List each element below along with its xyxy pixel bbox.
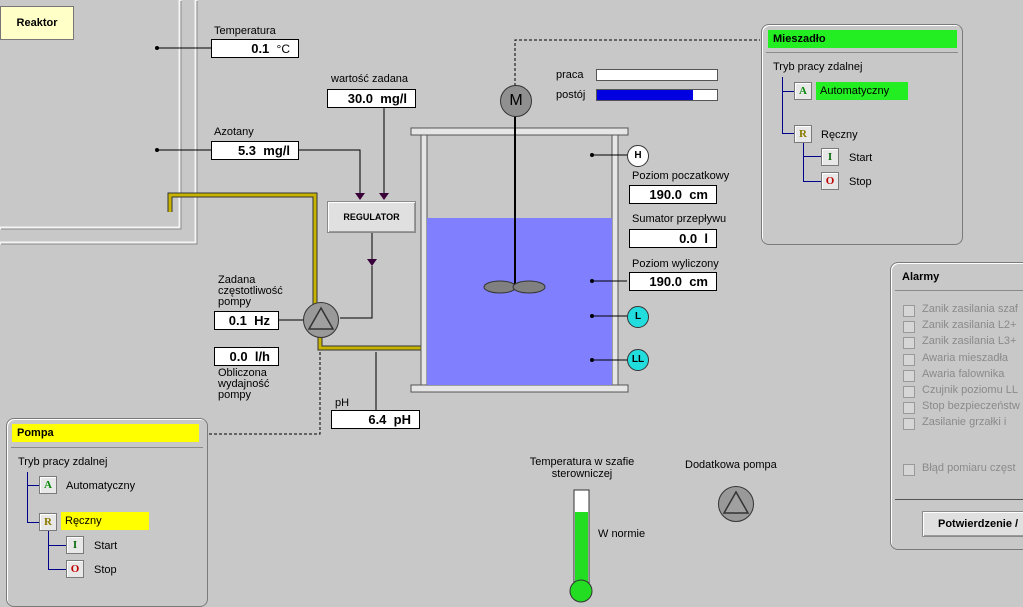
sensor-ll: LL bbox=[627, 349, 649, 371]
cabinet-temp-label: Temperatura w szafie sterowniczej bbox=[529, 456, 635, 480]
alarm-label: Czujnik poziomu LL bbox=[922, 384, 1018, 396]
sensor-dot bbox=[590, 358, 594, 362]
pump-flow-label: Obliczona wydajność pompy bbox=[218, 367, 270, 401]
nitrates-signal-dot bbox=[155, 148, 159, 152]
nitrates-value: 5.3 mg/l bbox=[211, 141, 299, 160]
pump-manual-label: Ręczny bbox=[61, 512, 149, 530]
alarm-checkbox[interactable] bbox=[903, 418, 915, 431]
alarm-label: Błąd pomiaru częst bbox=[922, 462, 1016, 474]
thermometer-bulb bbox=[569, 579, 593, 603]
tank-lid bbox=[410, 127, 629, 136]
extra-pump-label: Dodatkowa pompa bbox=[685, 459, 777, 471]
calc-level-value: 190.0 cm bbox=[629, 272, 717, 291]
mixer-stop-label: Stop bbox=[849, 176, 872, 188]
sensor-l: L bbox=[627, 306, 649, 328]
tank-liquid bbox=[427, 218, 612, 385]
extra-pump-icon[interactable] bbox=[718, 486, 754, 522]
temperature-signal-dot bbox=[155, 46, 159, 50]
confirm-button[interactable]: Potwierdzenie / bbox=[922, 511, 1023, 537]
mixer-auto-button[interactable]: A bbox=[794, 82, 812, 100]
alarm-checkbox[interactable] bbox=[903, 386, 915, 398]
temperature-label: Temperatura bbox=[214, 25, 276, 37]
mixer-start-label: Start bbox=[849, 152, 873, 164]
alarm-label: Awaria falownika bbox=[922, 367, 1005, 380]
flow-sum-value: 0.0 l bbox=[629, 229, 717, 248]
impeller bbox=[483, 280, 517, 294]
alarm-label: Awaria mieszadła bbox=[922, 351, 1009, 364]
alarm-checkbox[interactable] bbox=[903, 321, 915, 334]
mixer-auto-label: Automatyczny bbox=[816, 82, 908, 100]
pump-stop-button[interactable]: O bbox=[66, 560, 84, 578]
motor-icon[interactable]: M bbox=[500, 85, 532, 117]
mixer-panel-title: Mieszadło bbox=[768, 30, 957, 48]
pump-frequency-label: Zadana częstotliwość pompy bbox=[218, 274, 283, 308]
pump-manual-button[interactable]: R bbox=[39, 513, 57, 531]
pump-panel-title: Pompa bbox=[12, 424, 199, 442]
flow-sum-label: Sumator przepływu bbox=[632, 213, 727, 225]
alarm-checkbox[interactable] bbox=[903, 464, 915, 476]
setpoint-value[interactable]: 30.0 mg/l bbox=[327, 89, 416, 108]
alarm-label: Zasilanie grzałki i bbox=[922, 416, 1007, 429]
regulator-button[interactable]: REGULATOR bbox=[327, 201, 416, 233]
alarm-label: Zanik zasilania L2+ bbox=[922, 319, 1017, 332]
pump-start-button[interactable]: I bbox=[66, 536, 84, 554]
alarm-label: Zanik zasilania szaf bbox=[922, 303, 1018, 315]
alarm-label: Zanik zasilania L3+ bbox=[922, 335, 1017, 348]
alarm-checkbox[interactable] bbox=[903, 305, 915, 317]
initial-level-label: Poziom poczatkowy bbox=[632, 170, 730, 182]
nitrates-label: Azotany bbox=[214, 126, 254, 138]
temperature-value: 0.1 °C bbox=[211, 39, 299, 58]
alarm-checkbox[interactable] bbox=[903, 337, 915, 350]
alarm-checkbox[interactable] bbox=[903, 353, 915, 366]
sensor-dot bbox=[590, 279, 594, 283]
mixer-manual-label: Ręczny bbox=[821, 129, 858, 141]
pump-start-label: Start bbox=[94, 540, 118, 552]
alarm-checkbox[interactable] bbox=[903, 402, 915, 415]
initial-level-value[interactable]: 190.0 cm bbox=[629, 185, 717, 204]
mixer-manual-button[interactable]: R bbox=[794, 125, 812, 143]
motor-work-label: praca bbox=[556, 69, 584, 81]
cabinet-temp-status: W normie bbox=[598, 528, 646, 540]
calc-level-label: Poziom wyliczony bbox=[632, 258, 719, 270]
setpoint-label: wartość zadana bbox=[331, 73, 409, 85]
mixer-stop-button[interactable]: O bbox=[821, 172, 839, 190]
alarm-checkbox[interactable] bbox=[903, 369, 915, 382]
sensor-dot bbox=[590, 314, 594, 318]
pump-panel: Pompa Tryb pracy zdalnej A Automatyczny … bbox=[6, 418, 208, 607]
motor-work-bar bbox=[596, 69, 718, 81]
sensor-dot bbox=[590, 153, 594, 157]
reactor-title: Reaktor bbox=[0, 6, 74, 40]
pump-mode-label: Tryb pracy zdalnej bbox=[18, 456, 108, 468]
sensor-h: H bbox=[627, 145, 649, 167]
pump-icon[interactable] bbox=[303, 302, 339, 338]
pump-frequency-value[interactable]: 0.1 Hz bbox=[214, 311, 279, 330]
mixer-start-button[interactable]: I bbox=[821, 148, 839, 166]
pump-flow-value: 0.0 l/h bbox=[214, 347, 279, 366]
pump-auto-label: Automatyczny bbox=[66, 480, 136, 492]
mixer-mode-label: Tryb pracy zdalnej bbox=[773, 61, 863, 73]
mixer-panel: Mieszadło Tryb pracy zdalnej A Automatyc… bbox=[761, 24, 963, 245]
alarms-panel: Alarmy Zanik zasilania szaf Zanik zasilan… bbox=[890, 262, 1023, 550]
alarm-label: Stop bezpieczeństw bbox=[922, 400, 1020, 413]
ph-value: 6.4 pH bbox=[331, 410, 420, 429]
pump-auto-button[interactable]: A bbox=[39, 476, 57, 494]
pump-stop-label: Stop bbox=[94, 564, 117, 576]
ph-label: pH bbox=[335, 397, 350, 409]
alarms-title: Alarmy bbox=[902, 271, 940, 283]
motor-idle-label: postój bbox=[556, 89, 586, 101]
motor-idle-bar bbox=[596, 89, 718, 101]
